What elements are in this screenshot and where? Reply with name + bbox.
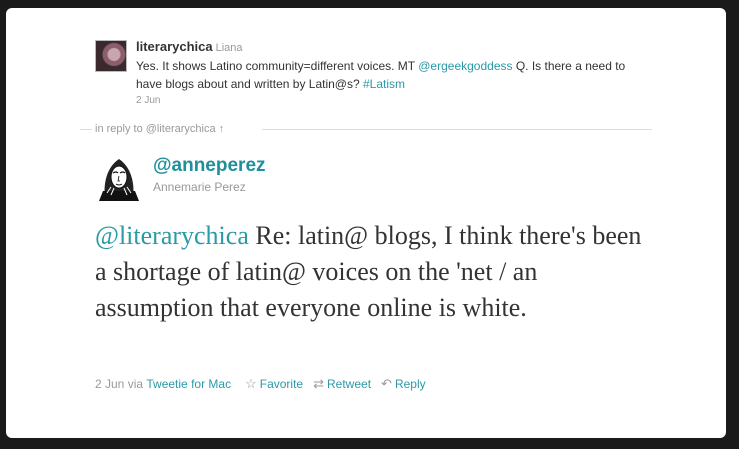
parent-author: literarychica Liana: [136, 39, 243, 54]
divider-right: [262, 129, 652, 130]
tweet-meta: 2 Jun via Tweetie for Mac ☆ Favorite ⇄ Ret…: [95, 376, 426, 392]
divider-left: [80, 129, 92, 130]
retweet-label: Retweet: [327, 377, 372, 391]
client-link[interactable]: Tweetie for Mac: [146, 377, 231, 391]
in-reply-to-link[interactable]: @literarychica: [146, 123, 216, 135]
full-name: Annemarie Perez: [153, 180, 246, 194]
in-reply-to-prefix: in reply to: [95, 123, 146, 135]
parent-avatar[interactable]: [95, 40, 127, 72]
reply-label: Reply: [394, 377, 426, 391]
parent-text-part: Yes. It shows Latino community=different…: [136, 59, 419, 73]
parent-screen-name[interactable]: literarychica: [136, 39, 213, 54]
reply-icon: ↶: [381, 376, 392, 391]
reply-button[interactable]: ↶ Reply: [381, 376, 426, 392]
parent-mention-link[interactable]: @ergeekgoddess: [418, 59, 512, 73]
parent-full-name: Liana: [215, 42, 243, 54]
parent-date[interactable]: 2 Jun: [136, 95, 160, 106]
in-reply-to-label: in reply to @literarychica ↑: [93, 123, 227, 135]
favorite-button[interactable]: ☆ Favorite: [245, 376, 303, 392]
avatar[interactable]: [95, 153, 143, 203]
via-label: via: [124, 377, 147, 391]
tweet-text: @literarychica Re: latin@ blogs, I think…: [95, 218, 655, 326]
favorite-label: Favorite: [259, 377, 304, 391]
parent-tweet-text: Yes. It shows Latino community=different…: [136, 57, 636, 93]
mention-link[interactable]: @literarychica: [95, 221, 249, 250]
star-icon: ☆: [245, 376, 257, 391]
hashtag-link[interactable]: #Latism: [363, 77, 405, 91]
retweet-button[interactable]: ⇄ Retweet: [313, 376, 371, 392]
arrow-up-icon: ↑: [218, 123, 225, 135]
retweet-icon: ⇄: [313, 376, 324, 391]
tweet-date[interactable]: 2 Jun: [95, 377, 124, 391]
screen-name[interactable]: @anneperez: [153, 155, 266, 177]
